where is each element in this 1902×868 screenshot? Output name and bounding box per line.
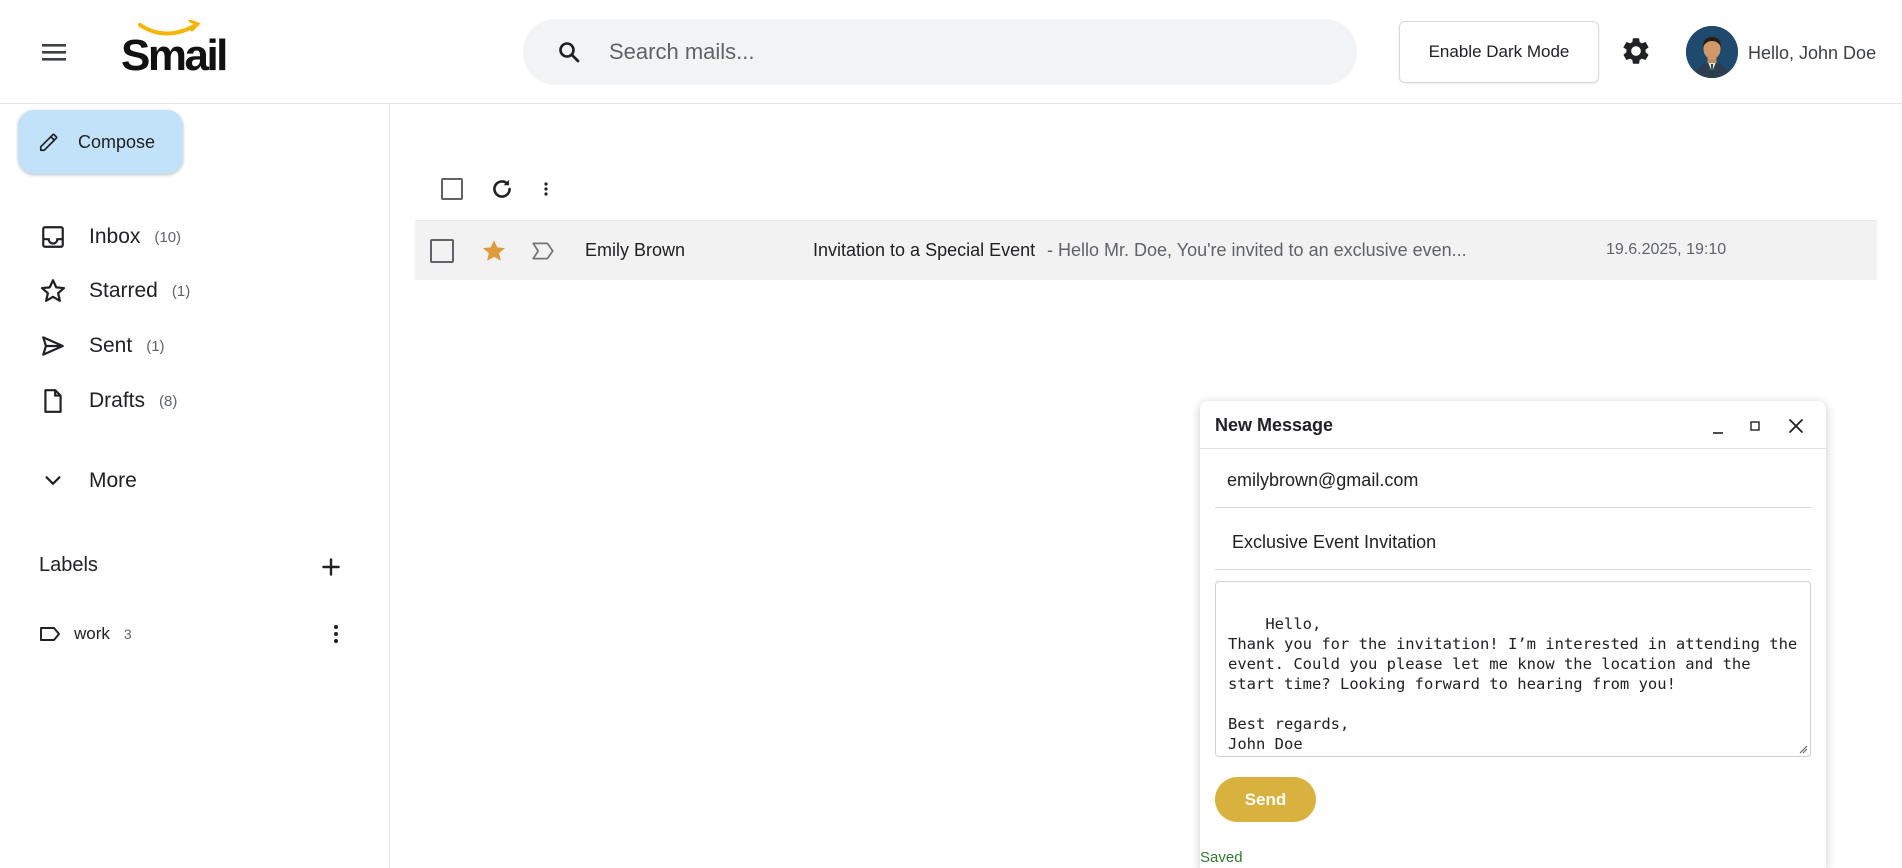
minimize-icon[interactable] [1708, 417, 1728, 437]
sidebar-item-count: (1) [171, 282, 191, 300]
draft-icon [38, 386, 68, 416]
label-name: work [74, 624, 110, 643]
more-vert-icon[interactable] [537, 178, 555, 200]
label-item-work[interactable]: work 3 [38, 619, 348, 649]
dark-mode-button[interactable]: Enable Dark Mode [1399, 21, 1599, 83]
compose-window-title: New Message [1215, 415, 1334, 435]
table-row[interactable]: Emily Brown Invitation to a Special Even… [415, 220, 1877, 280]
inbox-icon [38, 222, 68, 252]
save-status: Saved [1200, 849, 1243, 866]
to-field[interactable] [1215, 454, 1811, 508]
mail-date: 19.6.2025, 19:10 [1606, 241, 1727, 258]
search-bar [523, 19, 1357, 85]
mail-subject: Invitation to a Special Event [813, 240, 1036, 260]
user-greeting: Hello, John Doe [1748, 43, 1877, 63]
row-checkbox[interactable] [430, 239, 454, 263]
pencil-icon [38, 131, 60, 153]
sidebar-item-label: Inbox [89, 225, 141, 248]
labels-heading: Labels [39, 554, 98, 576]
sidebar-item-drafts[interactable]: Drafts (8) [38, 381, 177, 421]
compose-button[interactable]: Compose [18, 110, 183, 174]
logo-text: Smail [121, 31, 228, 80]
smail-logo[interactable]: Smail [118, 20, 230, 80]
star-icon [38, 276, 68, 306]
label-important-icon[interactable] [530, 238, 556, 264]
top-header: Smail Enable Dark Mode Hello, John Doe [0, 0, 1902, 104]
sidebar-item-more[interactable]: More [38, 461, 137, 501]
search-icon[interactable] [543, 26, 595, 78]
label-count: 3 [123, 626, 132, 642]
subject-field[interactable] [1215, 516, 1811, 570]
sidebar-item-label: Sent [89, 334, 133, 357]
sidebar-item-count: (10) [154, 228, 182, 246]
to-input[interactable] [1215, 470, 1811, 491]
message-body-text: Hello, Thank you for the invitation! I’m… [1228, 615, 1798, 753]
mail-snippet: - Hello Mr. Doe, You're invited to an ex… [1047, 240, 1467, 260]
sidebar-item-starred[interactable]: Starred (1) [38, 271, 190, 311]
sidebar-item-label: Starred [89, 279, 158, 302]
chevron-down-icon [38, 466, 68, 496]
send-button[interactable]: Send [1215, 777, 1316, 822]
compose-label: Compose [78, 131, 156, 152]
compose-window-header: New Message [1200, 401, 1826, 449]
select-all-checkbox[interactable] [441, 178, 463, 200]
sidebar-item-label: More [89, 469, 137, 492]
resize-grip-icon[interactable] [1798, 744, 1808, 754]
compose-window: New Message Hello, Thank you for the inv… [1200, 401, 1826, 868]
close-icon[interactable] [1785, 415, 1807, 437]
maximize-icon[interactable] [1746, 417, 1764, 435]
subject-input[interactable] [1215, 532, 1811, 553]
more-vert-icon[interactable] [324, 622, 348, 646]
menu-icon[interactable] [34, 34, 74, 70]
sidebar-item-sent[interactable]: Sent (1) [38, 326, 165, 366]
add-label-icon[interactable] [318, 554, 344, 580]
avatar[interactable] [1686, 26, 1738, 78]
sidebar-item-count: (1) [146, 337, 165, 355]
sidebar-item-inbox[interactable]: Inbox (10) [38, 217, 181, 257]
gear-icon[interactable] [1620, 35, 1652, 67]
sidebar-item-label: Drafts [89, 389, 146, 412]
message-body-textarea[interactable]: Hello, Thank you for the invitation! I’m… [1215, 581, 1811, 757]
mail-sender: Emily Brown [585, 240, 686, 260]
search-input[interactable] [609, 39, 1309, 65]
sidebar: Compose Inbox (10) Starred (1) Sent (1) … [0, 104, 390, 868]
send-icon [38, 331, 68, 361]
sidebar-item-count: (8) [159, 392, 178, 410]
label-tag-icon [38, 622, 62, 646]
star-icon[interactable] [480, 237, 508, 265]
refresh-icon[interactable] [489, 176, 515, 202]
